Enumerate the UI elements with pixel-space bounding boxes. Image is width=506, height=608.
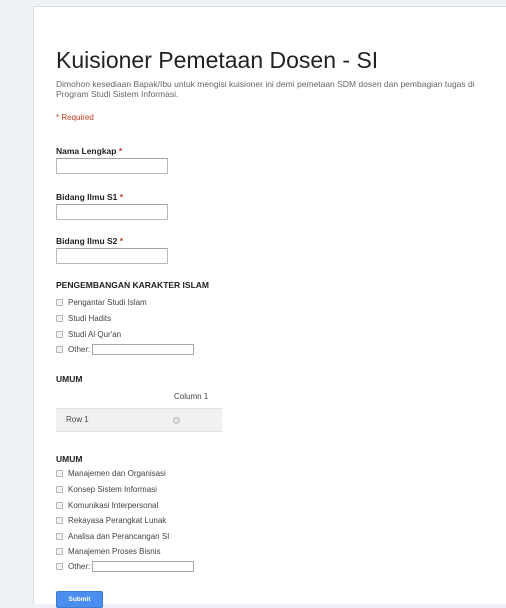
nama-lengkap-label-text: Nama Lengkap <box>56 146 117 156</box>
checkbox-option-other[interactable]: Other: <box>56 344 195 355</box>
checkbox[interactable] <box>56 502 63 509</box>
checkbox[interactable] <box>56 470 63 477</box>
bidang-ilmu-s1-label-text: Bidang Ilmu S1 <box>56 192 118 202</box>
checkbox-option-label: Analisa dan Perancangan SI <box>68 532 170 541</box>
top-bar <box>0 0 506 4</box>
checkbox-option[interactable]: Konsep Sistem Informasi <box>56 484 157 495</box>
bidang-ilmu-s2-label-text: Bidang Ilmu S2 <box>56 236 118 246</box>
grid-row: Row 1 <box>56 408 222 432</box>
checkbox-option[interactable]: Studi Hadits <box>56 313 111 324</box>
checkbox-option[interactable]: Manajemen Proses Bisnis <box>56 546 160 557</box>
form-title: Kuisioner Pemetaan Dosen - SI <box>56 47 379 73</box>
bidang-ilmu-s1-input[interactable] <box>56 204 168 220</box>
checkbox-option-label: Studi Hadits <box>68 314 112 323</box>
checkbox-option[interactable]: Pengantar Studi Islam <box>56 297 147 308</box>
form-card: Kuisioner Pemetaan Dosen - SI Dimohon ke… <box>33 6 506 608</box>
other-label: Other: <box>68 562 91 571</box>
grid-column-header: Column 1 <box>174 392 209 401</box>
checkbox[interactable] <box>56 533 63 540</box>
bidang-ilmu-s1-label: Bidang Ilmu S1 * <box>56 192 123 202</box>
checkbox-option-other[interactable]: Other: <box>56 561 195 572</box>
bidang-ilmu-s2-label: Bidang Ilmu S2 * <box>56 236 123 246</box>
checkbox-option-label: Komunikasi Interpersonal <box>68 501 159 510</box>
checkbox-option-label: Studi Al Qur'an <box>68 330 122 339</box>
checkbox-option-label: Rekayasa Perangkat Lunak <box>68 516 167 525</box>
nama-lengkap-label: Nama Lengkap * <box>56 146 122 156</box>
required-star: * <box>118 146 123 156</box>
nama-lengkap-input[interactable] <box>56 158 168 174</box>
checkbox-option[interactable]: Komunikasi Interpersonal <box>56 500 158 511</box>
checkbox-option[interactable]: Analisa dan Perancangan SI <box>56 531 169 542</box>
other-label: Other: <box>68 345 91 354</box>
checkbox-option[interactable]: Rekayasa Perangkat Lunak <box>56 515 166 526</box>
checkbox-option-label: Pengantar Studi Islam <box>68 298 147 307</box>
section-karakter-islam-title: PENGEMBANGAN KARAKTER ISLAM <box>56 280 209 290</box>
checkbox[interactable] <box>56 486 63 493</box>
grid-row-label: Row 1 <box>66 415 89 424</box>
checkbox[interactable] <box>56 331 63 338</box>
grid-radio-button[interactable] <box>173 417 180 424</box>
checkbox-option[interactable]: Studi Al Qur'an <box>56 329 121 340</box>
form-description: Dimohon kesediaan Bapak/Ibu untuk mengis… <box>56 79 475 99</box>
section-umum-title: UMUM <box>56 454 83 464</box>
required-star: * <box>119 236 124 246</box>
checkbox[interactable] <box>56 563 63 570</box>
checkbox[interactable] <box>56 299 63 306</box>
checkbox[interactable] <box>56 548 63 555</box>
checkbox-option[interactable]: Manajemen dan Organisasi <box>56 468 166 479</box>
other-input[interactable] <box>92 344 195 355</box>
checkbox-option-label: Konsep Sistem Informasi <box>68 485 157 494</box>
bidang-ilmu-s2-input[interactable] <box>56 248 168 264</box>
checkbox-option-label: Manajemen dan Organisasi <box>68 469 166 478</box>
required-star: * <box>119 192 124 202</box>
checkbox[interactable] <box>56 315 63 322</box>
submit-button[interactable]: Submit <box>56 591 103 608</box>
grid-section-title: UMUM <box>56 374 83 384</box>
checkbox[interactable] <box>56 517 63 524</box>
checkbox[interactable] <box>56 346 63 353</box>
checkbox-option-label: Manajemen Proses Bisnis <box>68 547 161 556</box>
other-input[interactable] <box>92 561 195 572</box>
required-note: * Required <box>56 113 94 122</box>
